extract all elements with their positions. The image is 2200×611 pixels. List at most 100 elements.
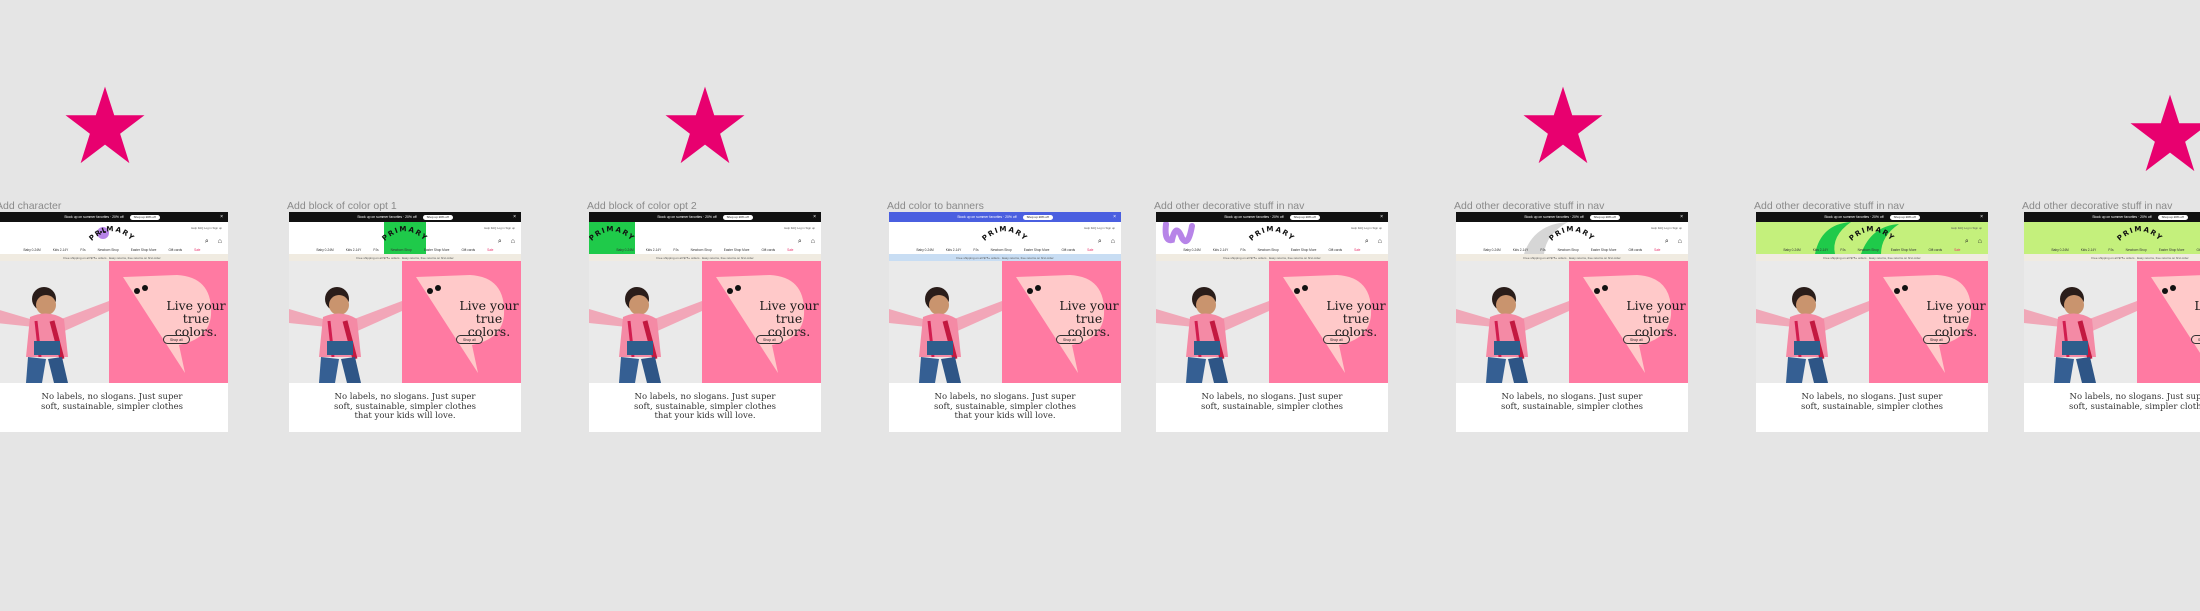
promo-shop-button[interactable]: Shop up 20% off [1289,214,1320,220]
search-icon[interactable]: ⌕ [1965,238,1969,246]
hero-shop-button[interactable]: Shop all [456,335,483,344]
close-icon[interactable]: × [1113,214,1116,220]
nav-item[interactable]: Gift cards [1061,248,1075,252]
nav-item[interactable]: PJs [673,248,678,252]
nav-item[interactable]: PJs [80,248,85,252]
nav-item[interactable]: Sale [487,248,493,252]
nav-item[interactable]: Easter Shop More [131,248,157,252]
nav-item[interactable]: Newborn Shop [991,248,1012,252]
close-icon[interactable]: × [1380,214,1383,220]
search-icon[interactable]: ⌕ [1098,238,1102,246]
nav-item[interactable]: Gift cards [461,248,475,252]
close-icon[interactable]: × [1680,214,1683,220]
nav-item[interactable]: Newborn Shop [98,248,119,252]
nav-item[interactable]: PJs [373,248,378,252]
hero-shop-button[interactable]: Shop all [1056,335,1083,344]
nav-item[interactable]: Baby 0-24M [917,248,934,252]
nav-item[interactable]: Kids 2-14Y [1513,248,1529,252]
promo-shop-button[interactable]: Shop up 20% off [722,214,753,220]
nav-item[interactable]: Easter Shop More [424,248,450,252]
nav-item[interactable]: Newborn Shop [1858,248,1879,252]
bag-icon[interactable]: ⌂ [1978,238,1982,246]
nav-item[interactable]: Sale [194,248,200,252]
nav-item[interactable]: Kids 2-14Y [1213,248,1229,252]
frame-deco-green[interactable]: Stock up on summer favorites · 20% off Sh… [1756,212,1988,432]
promo-shop-button[interactable]: Shop up 20% off [2157,214,2188,220]
logo[interactable]: PRIMARY [2111,226,2169,246]
utility-links[interactable]: Help FAQ Log in Sign up [784,226,815,230]
nav-item[interactable]: Kids 2-14Y [1813,248,1829,252]
nav-item[interactable]: Easter Shop More [1291,248,1317,252]
nav-item[interactable]: Baby 0-24M [617,248,634,252]
close-icon[interactable]: × [813,214,816,220]
hero-shop-button[interactable]: Shop all [163,335,190,344]
logo[interactable]: PRIMARY [1843,226,1901,246]
close-icon[interactable]: × [1980,214,1983,220]
nav-item[interactable]: Newborn Shop [1558,248,1579,252]
nav-item[interactable]: Baby 0-24M [1184,248,1201,252]
nav-item[interactable]: Kids 2-14Y [646,248,662,252]
frame-color-block-1[interactable]: Stock up on summer favorites · 20% off Sh… [289,212,521,432]
hero-shop-button[interactable]: Shop all [1323,335,1350,344]
nav-item[interactable]: Easter Shop More [724,248,750,252]
promo-shop-button[interactable]: Shop up 20% off [1889,214,1920,220]
nav-item[interactable]: Sale [1654,248,1660,252]
bag-icon[interactable]: ⌂ [511,238,515,246]
nav-item[interactable]: Gift cards [761,248,775,252]
nav-item[interactable]: Gift cards [1628,248,1642,252]
search-icon[interactable]: ⌕ [498,238,502,246]
promo-shop-button[interactable]: Shop up 20% off [1022,214,1053,220]
promo-shop-button[interactable]: Shop up 20% off [422,214,453,220]
nav-item[interactable]: Gift cards [1928,248,1942,252]
frame-deco-lime[interactable]: Stock up on summer favorites · 20% off Sh… [2024,212,2200,432]
search-icon[interactable]: ⌕ [205,238,209,246]
hero-shop-button[interactable]: Shop all [1923,335,1950,344]
hero-shop-button[interactable]: Shop all [1623,335,1650,344]
utility-links[interactable]: Help FAQ Log in Sign up [191,226,222,230]
nav-item[interactable]: Easter Shop More [1591,248,1617,252]
utility-links[interactable]: Help FAQ Log in Sign up [484,226,515,230]
nav-item[interactable]: Gift cards [2196,248,2200,252]
nav-item[interactable]: Baby 0-24M [1784,248,1801,252]
utility-links[interactable]: Help FAQ Log in Sign up [1351,226,1382,230]
hero-shop-button[interactable]: Shop all [2191,335,2200,344]
frame-banners[interactable]: Stock up on summer favorites · 20% off Sh… [889,212,1121,432]
nav-item[interactable]: Newborn Shop [691,248,712,252]
nav-item[interactable]: Sale [1954,248,1960,252]
logo[interactable]: PRIMARY [376,226,434,246]
search-icon[interactable]: ⌕ [1665,238,1669,246]
nav-item[interactable]: Kids 2-14Y [946,248,962,252]
nav-item[interactable]: Newborn Shop [391,248,412,252]
nav-item[interactable]: Newborn Shop [1258,248,1279,252]
nav-item[interactable]: Easter Shop More [2159,248,2185,252]
logo[interactable]: PRIMARY [1543,226,1601,246]
nav-item[interactable]: Gift cards [1328,248,1342,252]
bag-icon[interactable]: ⌂ [1378,238,1382,246]
bag-icon[interactable]: ⌂ [1678,238,1682,246]
close-icon[interactable]: × [220,214,223,220]
logo[interactable]: PRIMARY [83,226,141,246]
logo[interactable]: PRIMARY [589,226,641,246]
nav-item[interactable]: Easter Shop More [1891,248,1917,252]
nav-item[interactable]: Newborn Shop [2126,248,2147,252]
frame-character[interactable]: Stock up on summer favorites · 20% off Sh… [0,212,228,432]
promo-shop-button[interactable]: Shop up 20% off [1589,214,1620,220]
frame-color-block-2[interactable]: Stock up on summer favorites · 20% off Sh… [589,212,821,432]
nav-item[interactable]: PJs [2108,248,2113,252]
nav-item[interactable]: Sale [1354,248,1360,252]
nav-item[interactable]: Kids 2-14Y [346,248,362,252]
utility-links[interactable]: Help FAQ Log in Sign up [1651,226,1682,230]
nav-item[interactable]: Kids 2-14Y [2081,248,2097,252]
bag-icon[interactable]: ⌂ [1111,238,1115,246]
nav-item[interactable]: PJs [1840,248,1845,252]
nav-item[interactable]: Baby 0-24M [317,248,334,252]
frame-deco-purple[interactable]: Stock up on summer favorites · 20% off Sh… [1156,212,1388,432]
logo[interactable]: PRIMARY [976,226,1034,246]
nav-item[interactable]: Baby 0-24M [2052,248,2069,252]
search-icon[interactable]: ⌕ [798,238,802,246]
nav-item[interactable]: Baby 0-24M [1484,248,1501,252]
nav-item[interactable]: Kids 2-14Y [53,248,69,252]
promo-shop-button[interactable]: Shop up 20% off [129,214,160,220]
bag-icon[interactable]: ⌂ [218,238,222,246]
nav-item[interactable]: Baby 0-24M [24,248,41,252]
